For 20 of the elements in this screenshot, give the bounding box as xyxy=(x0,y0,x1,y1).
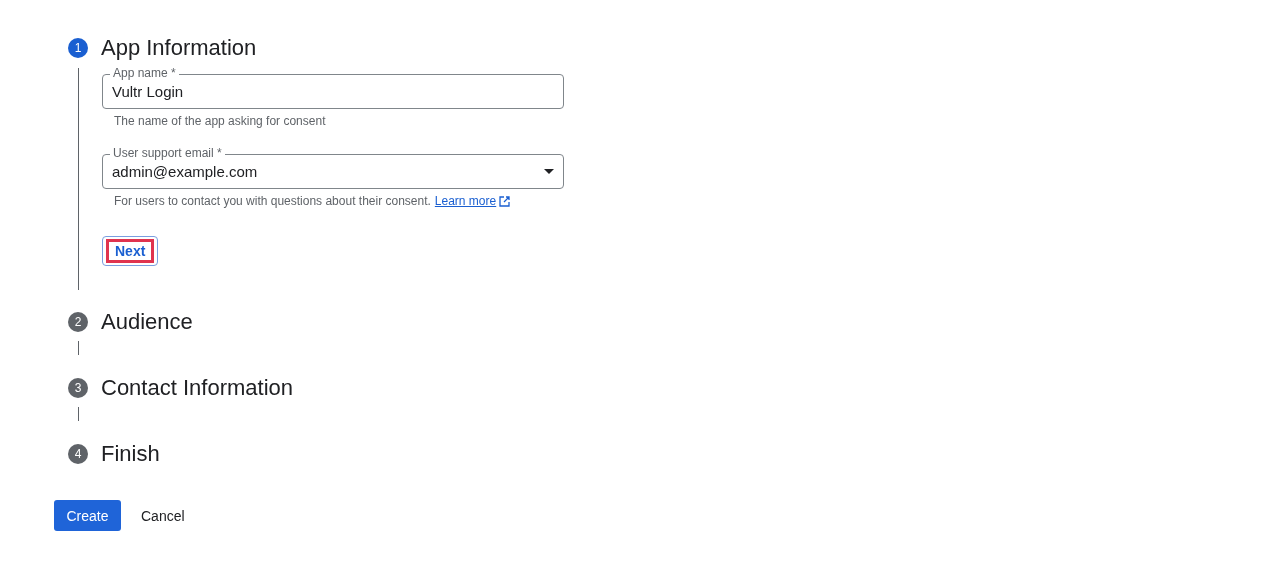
create-button[interactable]: Create xyxy=(54,500,121,531)
step-title[interactable]: Audience xyxy=(101,309,193,335)
step-number: 3 xyxy=(68,378,88,398)
helper-text: For users to contact you with questions about their consent. xyxy=(114,194,431,208)
external-link-icon xyxy=(499,195,511,207)
field-label: App name * xyxy=(110,66,179,81)
cancel-button[interactable]: Cancel xyxy=(141,501,185,530)
next-button[interactable]: Next xyxy=(102,236,159,266)
email-select[interactable]: User support email * admin@example.com xyxy=(102,146,564,189)
step-title[interactable]: Contact Information xyxy=(101,375,293,401)
step-number: 2 xyxy=(68,312,88,332)
step-title[interactable]: App Information xyxy=(101,35,257,61)
helper-text: The name of the app asking for consent xyxy=(114,114,326,128)
step-number: 4 xyxy=(68,444,88,464)
field-label: User support email * xyxy=(110,146,225,161)
step-number: 1 xyxy=(68,38,88,58)
dropdown-caret-icon xyxy=(544,169,554,174)
learn-more-link[interactable]: Learn more xyxy=(434,194,511,208)
step-title[interactable]: Finish xyxy=(101,441,160,467)
text-field[interactable]: App name * Vultr Login xyxy=(102,66,564,109)
